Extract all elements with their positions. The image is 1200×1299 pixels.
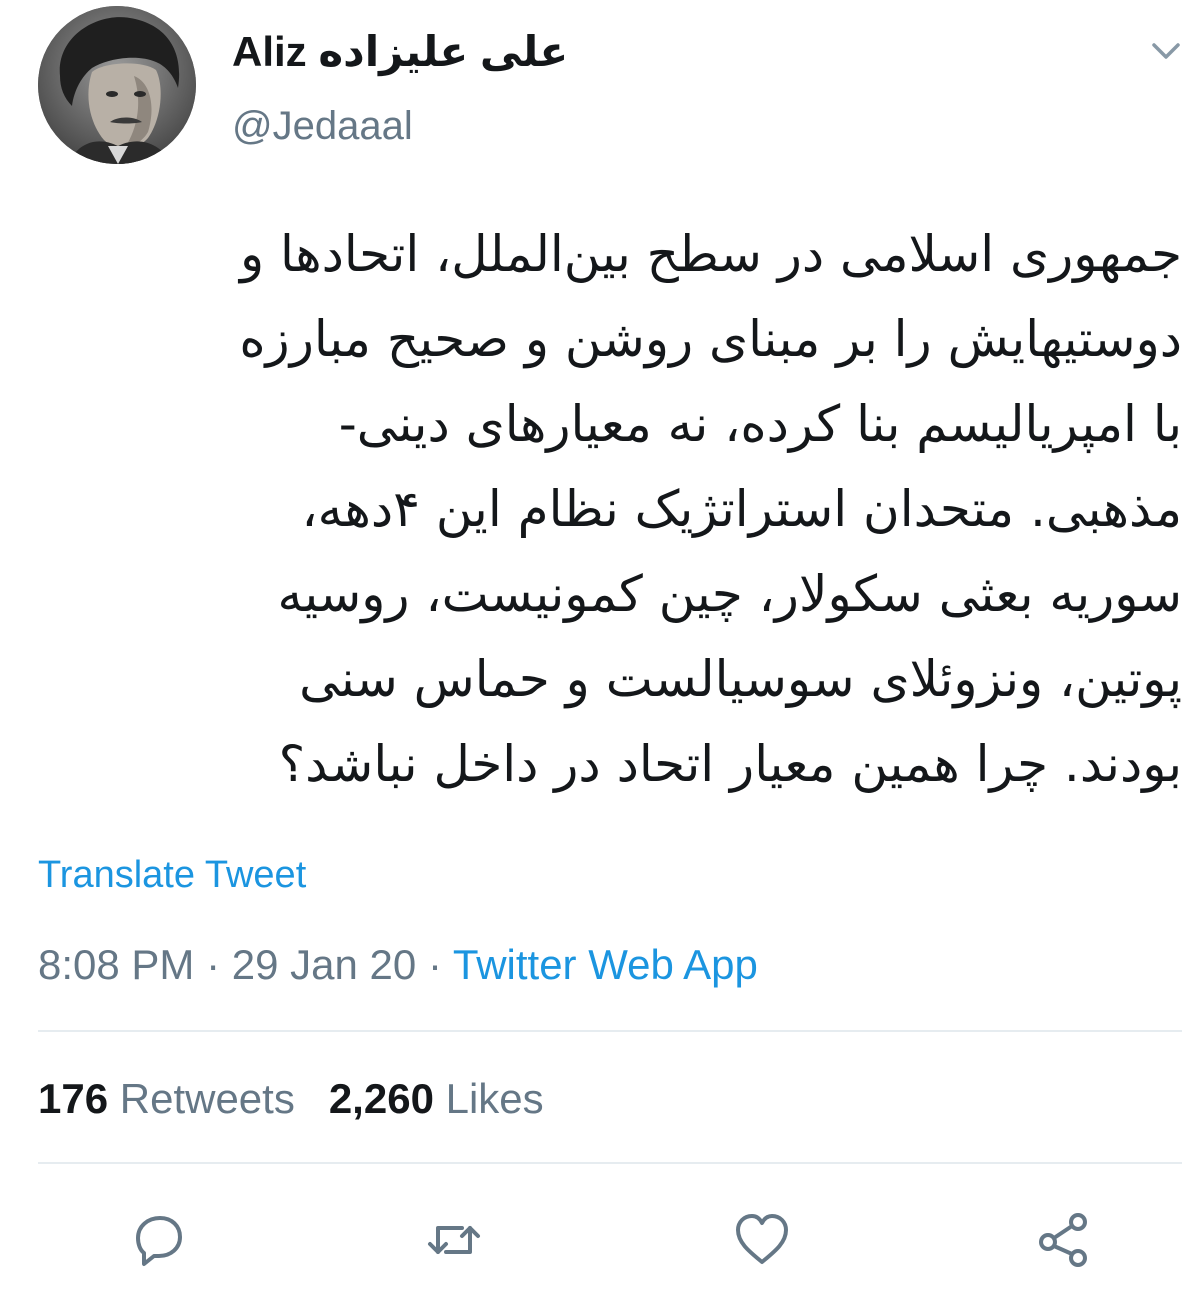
tweet-text-line: پوتین، ونزوئلای سوسیالست و حماس سنی	[299, 650, 1182, 708]
user-handle[interactable]: @Jedaaal	[232, 102, 413, 150]
display-name-persian: علی علیزاده	[318, 28, 569, 75]
retweet-button[interactable]	[422, 1208, 486, 1272]
reply-button[interactable]	[124, 1208, 188, 1272]
tweet-card: Aliz علی علیزاده @Jedaaal جمهوری اسلامی …	[0, 0, 1200, 1299]
tweet-time[interactable]: 8:08 PM	[38, 941, 194, 988]
display-name[interactable]: Aliz علی علیزاده	[232, 28, 568, 76]
chevron-down-icon[interactable]	[1146, 36, 1186, 66]
display-name-latin: Aliz	[232, 28, 307, 75]
tweet-text-line: جمهوری اسلامی در سطح بین‌الملل، اتحادها …	[240, 225, 1182, 283]
tweet-text-line: دوستیهایش را بر مبنای روشن و صحیح مبارزه	[239, 310, 1182, 368]
divider	[38, 1162, 1182, 1164]
tweet-meta: 8:08 PM · 29 Jan 20 · Twitter Web App	[38, 940, 758, 990]
tweet-source-link[interactable]: Twitter Web App	[453, 941, 758, 988]
avatar[interactable]	[38, 6, 196, 164]
tweet-text-line: بودند. چرا همین معیار اتحاد در داخل نباش…	[278, 735, 1182, 793]
share-icon	[1039, 1213, 1087, 1267]
meta-separator: ·	[427, 941, 442, 988]
reply-icon	[136, 1216, 182, 1266]
profile-photo-icon	[38, 6, 196, 164]
tweet-text: جمهوری اسلامی در سطح بین‌الملل، اتحادها …	[40, 212, 1182, 807]
likes-count: 2,260	[328, 1075, 434, 1122]
tweet-text-line: سوریه بعثی سکولار، چین کمونیست، روسیه	[277, 565, 1182, 623]
likes-label: Likes	[445, 1075, 544, 1122]
share-button[interactable]	[1032, 1208, 1096, 1272]
tweet-text-line: مذهبی. متحدان استراتژیک نظام این ۴دهه،	[301, 480, 1182, 538]
like-icon	[736, 1214, 788, 1264]
tweet-stats: 176 Retweets 2,260 Likes	[38, 1074, 544, 1124]
meta-separator: ·	[206, 941, 221, 988]
like-button[interactable]	[730, 1208, 794, 1272]
divider	[38, 1030, 1182, 1032]
likes-stat[interactable]: 2,260 Likes	[329, 1075, 544, 1122]
retweets-stat[interactable]: 176 Retweets	[38, 1075, 295, 1122]
tweet-date[interactable]: 29 Jan 20	[232, 941, 417, 988]
retweets-count: 176	[38, 1075, 109, 1122]
retweets-label: Retweets	[119, 1075, 295, 1122]
retweet-icon	[428, 1226, 480, 1254]
translate-tweet-link[interactable]: Translate Tweet	[38, 852, 306, 898]
tweet-text-line: با امپریالیسم بنا کرده، نه معیارهای دینی…	[338, 395, 1182, 453]
